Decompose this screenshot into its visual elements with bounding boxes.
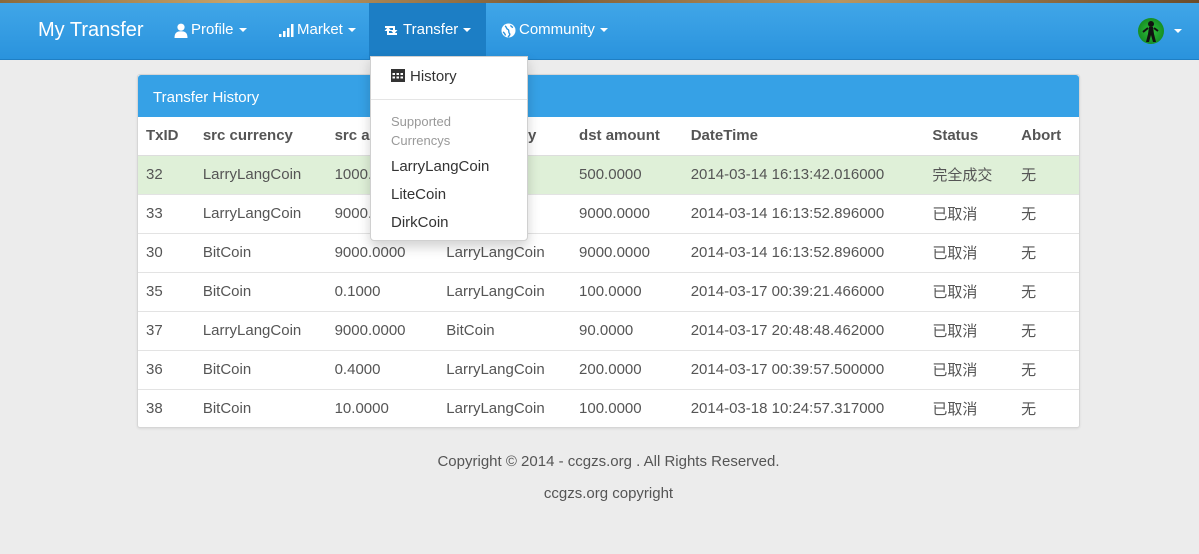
cell-txid: 33	[138, 193, 195, 233]
chevron-down-icon	[238, 28, 247, 33]
nav-market-label: Market	[297, 21, 343, 38]
cell-txid: 35	[138, 271, 195, 311]
dropdown-header: Supported Currencys	[391, 114, 451, 148]
cell-src-amount: 0.1000	[326, 271, 439, 311]
cell-dst-amount: 9000.0000	[571, 232, 683, 272]
cell-src-amount: 10.0000	[326, 388, 439, 428]
cell-src-currency: BitCoin	[194, 388, 327, 428]
cell-src-amount: 0.4000	[326, 349, 439, 389]
cell-src-amount: 9000.0000	[326, 310, 439, 350]
cell-txid: 37	[138, 310, 195, 350]
col-header-datetime: DateTime	[682, 117, 925, 156]
cell-abort[interactable]: 无	[1013, 193, 1079, 233]
chevron-down-icon	[463, 28, 472, 33]
cell-src-currency: LarryLangCoin	[194, 193, 327, 233]
transfer-history-panel: Transfer History TxID src currency src a…	[137, 74, 1080, 428]
cell-status: 已取消	[924, 232, 1014, 272]
cell-abort[interactable]: 无	[1013, 154, 1079, 194]
nav-market[interactable]: Market	[279, 3, 356, 59]
cell-datetime: 2014-03-18 10:24:57.317000	[682, 388, 925, 428]
cell-dst-amount: 90.0000	[571, 310, 683, 350]
nav-profile[interactable]: Profile	[174, 3, 247, 59]
cell-dst-amount: 100.0000	[571, 271, 683, 311]
transfer-dropdown-menu: History Supported Currencys LarryLangCoi…	[370, 56, 528, 241]
table-row: 32 LarryLangCoin 1000.0000 500.0000 2014…	[138, 154, 1079, 194]
cell-src-currency: BitCoin	[194, 349, 327, 389]
cell-datetime: 2014-03-14 16:13:42.016000	[682, 154, 925, 194]
cell-dst-currency: LarryLangCoin	[438, 388, 572, 428]
nav-community-label: Community	[519, 21, 595, 38]
table-row: 37 LarryLangCoin 9000.0000 BitCoin 90.00…	[138, 310, 1079, 350]
cell-datetime: 2014-03-14 16:13:52.896000	[682, 193, 925, 233]
cell-txid: 38	[138, 388, 195, 428]
table-header-row: TxID src currency src amount dst currenc…	[138, 117, 1079, 156]
table-row: 33 LarryLangCoin 9000.0000 9000.0000 201…	[138, 193, 1079, 233]
chevron-down-icon	[347, 28, 356, 33]
cell-status: 已取消	[924, 349, 1014, 389]
nav-transfer-label: Transfer	[403, 21, 459, 38]
cell-status: 已取消	[924, 193, 1014, 233]
col-header-txid: TxID	[138, 117, 195, 156]
cell-txid: 30	[138, 232, 195, 272]
panel-title: Transfer History	[138, 75, 1079, 117]
cell-abort[interactable]: 无	[1013, 232, 1079, 272]
chevron-down-icon	[599, 28, 608, 33]
avatar-chevron-down-icon[interactable]	[1174, 29, 1182, 33]
cell-txid: 36	[138, 349, 195, 389]
dropdown-item-history[interactable]: History	[391, 68, 457, 86]
cell-status: 已取消	[924, 271, 1014, 311]
transfer-history-table: TxID src currency src amount dst currenc…	[138, 117, 1079, 428]
cell-datetime: 2014-03-17 20:48:48.462000	[682, 310, 925, 350]
table-row: 36 BitCoin 0.4000 LarryLangCoin 200.0000…	[138, 349, 1079, 389]
cell-src-currency: LarryLangCoin	[194, 154, 327, 194]
user-icon	[174, 23, 188, 38]
cell-status: 已取消	[924, 310, 1014, 350]
col-header-dst-amount: dst amount	[571, 117, 683, 156]
cell-datetime: 2014-03-14 16:13:52.896000	[682, 232, 925, 272]
nav-profile-label: Profile	[191, 21, 234, 38]
dropdown-divider	[371, 99, 527, 100]
cell-abort[interactable]: 无	[1013, 349, 1079, 389]
globe-icon	[501, 23, 516, 38]
retweet-icon	[382, 24, 400, 37]
table-row: 30 BitCoin 9000.0000 LarryLangCoin 9000.…	[138, 232, 1079, 272]
cell-datetime: 2014-03-17 00:39:57.500000	[682, 349, 925, 389]
nav-community[interactable]: Community	[501, 3, 608, 59]
cell-src-currency: BitCoin	[194, 271, 327, 311]
cell-src-currency: LarryLangCoin	[194, 310, 327, 350]
avatar-figure-icon	[1142, 21, 1159, 42]
cell-dst-currency: BitCoin	[438, 310, 572, 350]
cell-abort[interactable]: 无	[1013, 271, 1079, 311]
brand-link[interactable]: My Transfer	[38, 19, 144, 42]
cell-abort[interactable]: 无	[1013, 310, 1079, 350]
nav-transfer[interactable]: Transfer	[369, 3, 486, 59]
footer-copyright: Copyright © 2014 - ccgzs.org . All Right…	[437, 453, 780, 470]
col-header-status: Status	[924, 117, 1014, 156]
calendar-icon	[391, 69, 405, 86]
dropdown-item-currency[interactable]: DirkCoin	[391, 214, 449, 231]
col-header-src-currency: src currency	[194, 117, 327, 156]
signal-icon	[279, 23, 294, 37]
cell-dst-amount: 500.0000	[571, 154, 683, 194]
cell-src-currency: BitCoin	[194, 232, 327, 272]
cell-abort[interactable]: 无	[1013, 388, 1079, 428]
cell-dst-currency: LarryLangCoin	[438, 349, 572, 389]
cell-txid: 32	[138, 154, 195, 194]
col-header-abort: Abort	[1013, 117, 1079, 156]
cell-datetime: 2014-03-17 00:39:21.466000	[682, 271, 925, 311]
dropdown-item-currency[interactable]: LiteCoin	[391, 186, 446, 203]
dropdown-item-currency[interactable]: LarryLangCoin	[391, 158, 489, 175]
table-row: 35 BitCoin 0.1000 LarryLangCoin 100.0000…	[138, 271, 1079, 311]
cell-dst-amount: 9000.0000	[571, 193, 683, 233]
table-row: 38 BitCoin 10.0000 LarryLangCoin 100.000…	[138, 388, 1079, 428]
user-avatar[interactable]	[1138, 18, 1164, 44]
cell-dst-amount: 200.0000	[571, 349, 683, 389]
cell-dst-amount: 100.0000	[571, 388, 683, 428]
cell-dst-currency: LarryLangCoin	[438, 271, 572, 311]
footer-line2: ccgzs.org copyright	[543, 485, 674, 502]
cell-status: 完全成交	[924, 154, 1014, 194]
dropdown-item-history-label: History	[410, 68, 457, 85]
top-navbar: My Transfer Profile Market Transfer Comm…	[0, 3, 1199, 60]
cell-status: 已取消	[924, 388, 1014, 428]
